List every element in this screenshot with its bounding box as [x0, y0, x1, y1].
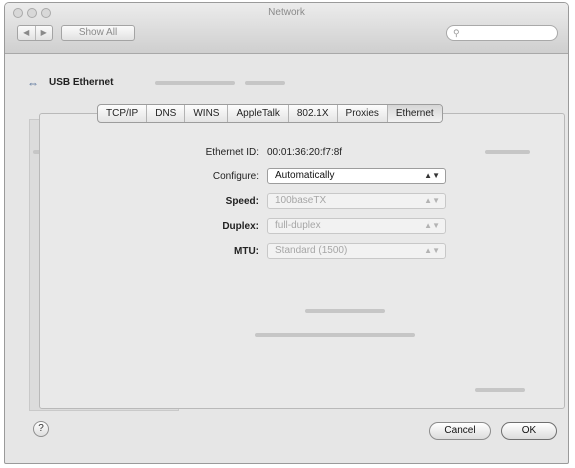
background-placeholder: [255, 333, 415, 337]
mtu-label: MTU:: [234, 246, 259, 257]
background-placeholder: [155, 81, 235, 85]
duplex-value: full-duplex: [275, 220, 321, 231]
popup-arrows-icon: ▲▼: [424, 221, 440, 230]
tab-appletalk[interactable]: AppleTalk: [228, 105, 289, 122]
speed-label: Speed:: [225, 196, 259, 207]
search-field[interactable]: ⚲: [446, 25, 558, 41]
service-name: USB Ethernet: [49, 77, 114, 88]
mtu-value: Standard (1500): [275, 245, 348, 256]
back-forward-control: ◀ ▶: [17, 25, 53, 41]
settings-tab-bar: TCP/IP DNS WINS AppleTalk 802.1X Proxies…: [97, 104, 443, 123]
tab-802-1x[interactable]: 802.1X: [289, 105, 338, 122]
popup-arrows-icon: ▲▼: [424, 246, 440, 255]
popup-arrows-icon: ▲▼: [424, 196, 440, 205]
tab-dns[interactable]: DNS: [147, 105, 186, 122]
ethernet-id-label: Ethernet ID:: [205, 147, 259, 158]
ethernet-id-value: 00:01:36:20:f7:8f: [267, 147, 343, 158]
tab-tcp-ip[interactable]: TCP/IP: [98, 105, 148, 122]
tab-proxies[interactable]: Proxies: [338, 105, 388, 122]
background-placeholder: [485, 150, 530, 154]
duplex-label: Duplex:: [222, 221, 259, 232]
title-bar: Network ◀ ▶ Show All ⚲: [5, 3, 568, 54]
ok-button[interactable]: OK: [501, 422, 557, 440]
help-button[interactable]: ?: [33, 421, 49, 437]
background-placeholder: [245, 81, 285, 85]
window-title: Network: [268, 7, 305, 18]
forward-icon[interactable]: ▶: [36, 26, 53, 40]
configure-value: Automatically: [275, 170, 335, 181]
back-icon[interactable]: ◀: [18, 26, 36, 40]
network-link-icon: ⇔: [27, 76, 39, 90]
popup-arrows-icon: ▲▼: [424, 171, 440, 180]
cancel-button[interactable]: Cancel: [429, 422, 491, 440]
background-placeholder: [475, 388, 525, 392]
tab-ethernet[interactable]: Ethernet: [387, 105, 442, 122]
speed-value: 100baseTX: [275, 195, 327, 206]
configure-label: Configure:: [212, 171, 259, 182]
show-all-button[interactable]: Show All: [61, 25, 135, 41]
duplex-popup[interactable]: full-duplex ▲▼: [267, 218, 446, 234]
mtu-popup[interactable]: Standard (1500) ▲▼: [267, 243, 446, 259]
network-preferences-window: Network ◀ ▶ Show All ⚲ ⇔ USB Ethernet TC…: [4, 2, 569, 464]
search-icon: ⚲: [453, 28, 460, 38]
tab-wins[interactable]: WINS: [185, 105, 229, 122]
speed-popup[interactable]: 100baseTX ▲▼: [267, 193, 446, 209]
configure-popup[interactable]: Automatically ▲▼: [267, 168, 446, 184]
background-placeholder: [305, 309, 385, 313]
